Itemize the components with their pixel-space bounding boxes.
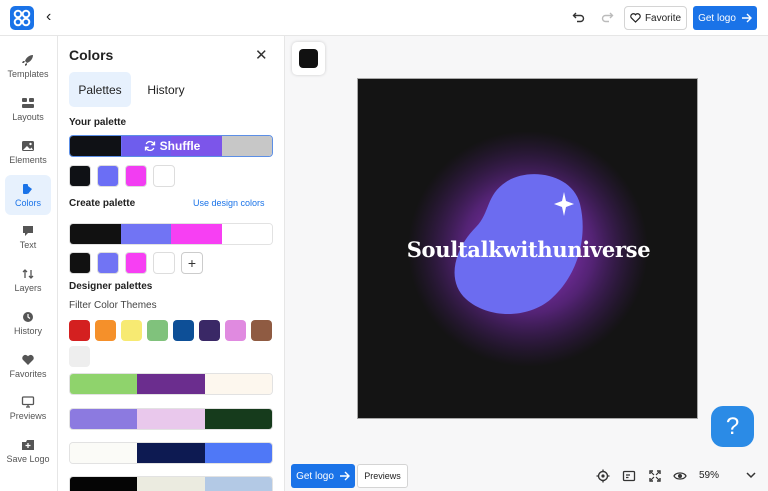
rail-item-colors[interactable]: Colors [5, 175, 51, 215]
get-logo-button-bottom[interactable]: Get logo [291, 464, 355, 488]
rail-item-templates[interactable]: Templates [5, 46, 51, 86]
monitor-icon [21, 395, 35, 408]
filter-themes-label: Filter Color Themes [69, 300, 157, 311]
create-swatch-periwinkle[interactable] [97, 252, 119, 274]
create-swatch-white[interactable] [153, 252, 175, 274]
theme-yellow[interactable] [121, 320, 142, 341]
chevron-down-icon[interactable] [745, 469, 757, 481]
get-logo-button[interactable]: Get logo [693, 6, 757, 30]
rail-label-previews: Previews [9, 410, 47, 421]
filter-theme-grid [69, 320, 279, 367]
theme-indigo[interactable] [199, 320, 220, 341]
create-palette-bar[interactable] [69, 223, 273, 245]
save-icon [22, 439, 34, 450]
shuffle-icon [144, 140, 155, 152]
rail-label-save-logo: Save Logo [6, 453, 50, 464]
heart-icon [22, 354, 34, 365]
target-icon[interactable] [596, 469, 610, 483]
heart-outline-icon [630, 13, 641, 23]
looka-logo[interactable] [10, 6, 34, 30]
create-swatch-black[interactable] [69, 252, 91, 274]
theme-pink[interactable] [225, 320, 246, 341]
rail-label-templates: Templates [7, 68, 49, 79]
add-color-button[interactable]: + [181, 252, 203, 274]
tab-palettes[interactable]: Palettes [69, 72, 131, 107]
rail-item-layers[interactable]: Layers [5, 260, 51, 300]
back-chevron-icon[interactable]: ‹ [46, 9, 51, 25]
panel-title: Colors [69, 47, 114, 63]
rail-label-layers: Layers [14, 282, 42, 293]
close-icon[interactable]: ✕ [255, 46, 268, 64]
logo-artboard[interactable]: Soultalkwithuniverse [357, 78, 698, 419]
colors-panel: Colors ✕ Palettes History Your palette S… [58, 36, 285, 491]
rail-label-text: Text [19, 239, 37, 250]
brand-name: Soultalkwithuniverse [406, 237, 651, 262]
arrow-right-icon [741, 13, 752, 23]
theme-red[interactable] [69, 320, 90, 341]
rail-item-save-logo[interactable]: Save Logo [5, 431, 51, 471]
eye-icon[interactable] [673, 469, 687, 483]
rail-item-favorites[interactable]: Favorites [5, 346, 51, 386]
rail-item-elements[interactable]: Elements [5, 132, 51, 172]
help-button[interactable]: ? [711, 406, 754, 447]
rail-item-previews[interactable]: Previews [5, 388, 51, 428]
colors-icon [23, 183, 32, 194]
swatch-magenta[interactable] [125, 165, 147, 187]
clock-icon [23, 311, 33, 322]
rocket-icon [22, 54, 33, 66]
rail-item-layouts[interactable]: Layouts [5, 89, 51, 129]
swatch-white[interactable] [153, 165, 175, 187]
use-design-colors-link[interactable]: Use design colors [193, 198, 265, 208]
your-palette-swatches [69, 165, 175, 187]
background-color-picker[interactable] [292, 42, 325, 75]
theme-neutral[interactable] [69, 346, 90, 367]
rail-label-colors: Colors [14, 197, 41, 208]
rail-label-layouts: Layouts [12, 111, 44, 122]
your-palette-heading: Your palette [69, 117, 127, 128]
designer-palette-4[interactable] [69, 476, 273, 491]
rail-label-history: History [13, 325, 42, 336]
theme-brown[interactable] [251, 320, 272, 341]
swatch-black[interactable] [69, 165, 91, 187]
designer-palette-1[interactable] [69, 373, 273, 395]
shuffle-button[interactable]: Shuffle [122, 136, 222, 156]
tab-history[interactable]: History [136, 72, 196, 107]
swatch-periwinkle[interactable] [97, 165, 119, 187]
theme-blue[interactable] [173, 320, 194, 341]
designer-palettes-heading: Designer palettes [69, 281, 153, 292]
left-rail: Templates Layouts Elements Colors Text L… [0, 36, 58, 491]
get-logo-label-bottom: Get logo [296, 470, 334, 482]
your-palette-bar[interactable]: Shuffle [69, 135, 273, 157]
theme-orange[interactable] [95, 320, 116, 341]
layers-icon [22, 268, 34, 279]
layouts-icon [22, 97, 34, 108]
rail-item-text[interactable]: Text [5, 217, 51, 257]
grid-view-icon[interactable] [622, 469, 636, 483]
theme-green[interactable] [147, 320, 168, 341]
previews-button[interactable]: Previews [357, 464, 408, 488]
zoom-level[interactable]: 59% [699, 470, 719, 481]
redo-icon[interactable] [600, 10, 614, 24]
rail-label-elements: Elements [9, 154, 47, 165]
fit-screen-icon[interactable] [648, 469, 662, 483]
favorite-button[interactable]: Favorite [624, 6, 687, 30]
get-logo-label: Get logo [698, 12, 736, 24]
shuffle-label: Shuffle [159, 139, 201, 153]
arrow-right-icon [339, 471, 350, 481]
designer-palette-3[interactable] [69, 442, 273, 464]
rail-label-favorites: Favorites [9, 368, 47, 379]
create-swatch-magenta[interactable] [125, 252, 147, 274]
create-palette-swatches: + [69, 252, 203, 274]
rail-item-history[interactable]: History [5, 303, 51, 343]
designer-palette-2[interactable] [69, 408, 273, 430]
background-color-swatch [299, 49, 318, 68]
text-icon [23, 225, 33, 236]
favorite-label: Favorite [644, 12, 682, 24]
image-icon [22, 140, 34, 151]
create-palette-heading: Create palette [69, 198, 136, 209]
top-bar: ‹ Favorite Get logo [0, 0, 768, 36]
undo-icon[interactable] [572, 10, 586, 24]
